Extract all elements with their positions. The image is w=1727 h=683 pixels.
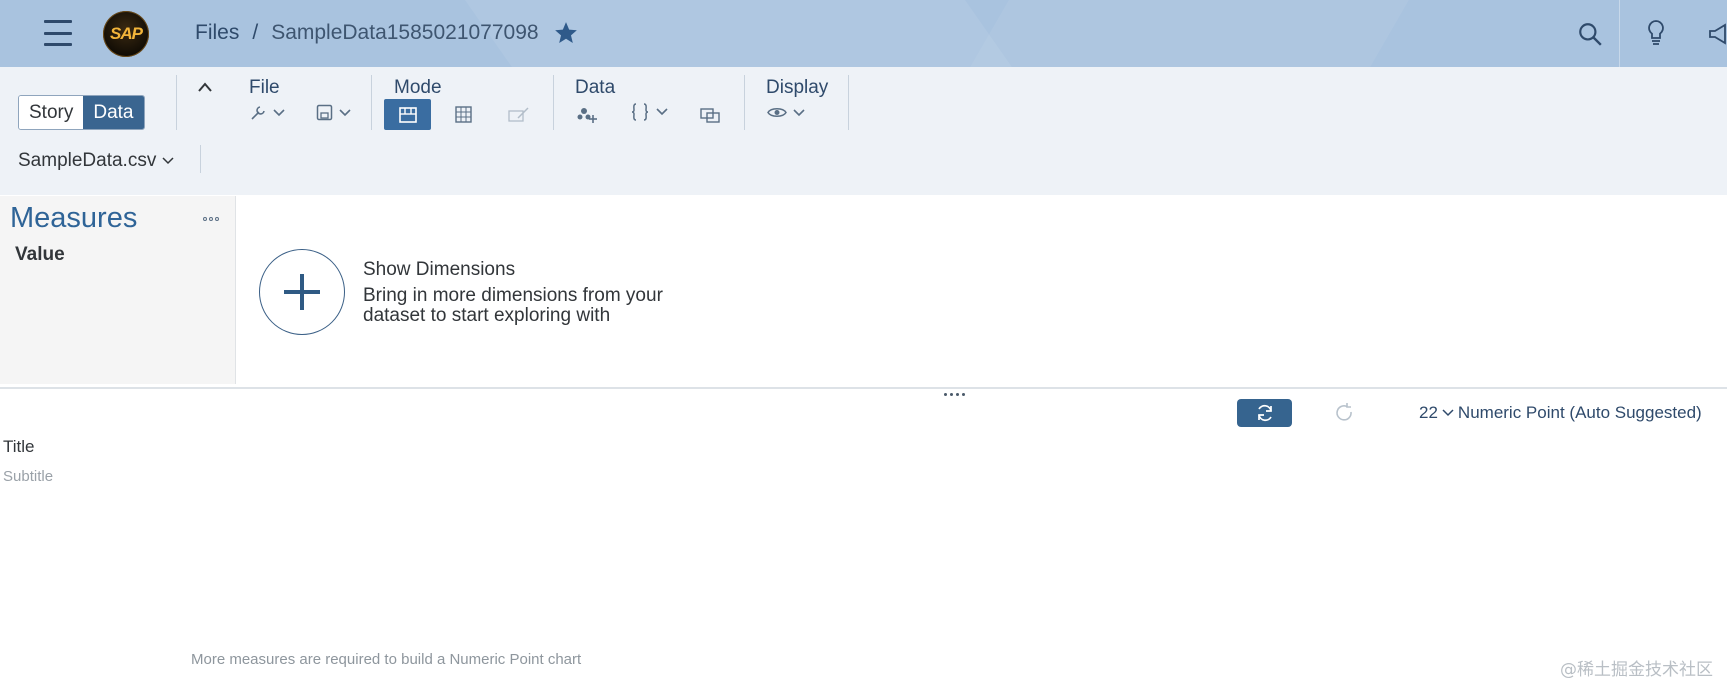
toolbar-divider <box>371 75 372 130</box>
chevron-down-icon <box>793 108 805 116</box>
toolbar-divider <box>200 145 201 173</box>
menu-icon[interactable] <box>44 20 72 46</box>
link-dimensions-icon[interactable] <box>700 107 721 123</box>
file-group-label: File <box>249 77 280 98</box>
toolbar-divider <box>744 75 745 130</box>
dataset-dropdown-label: SampleData.csv <box>18 150 157 171</box>
save-menu[interactable] <box>316 104 351 121</box>
measures-panel: Measures Value <box>0 196 236 384</box>
chevron-down-icon <box>1442 409 1454 417</box>
search-icon[interactable] <box>1577 21 1603 47</box>
refresh-icon <box>1257 404 1272 422</box>
dataset-dropdown[interactable]: SampleData.csv <box>18 150 174 172</box>
panel-splitter[interactable] <box>0 387 1727 389</box>
chart-message: More measures are required to build a Nu… <box>191 651 582 668</box>
star-icon[interactable] <box>553 20 579 46</box>
toolbar-divider <box>176 75 177 130</box>
show-dimensions-heading: Show Dimensions <box>363 259 516 280</box>
curly-braces-icon <box>631 103 649 121</box>
watermark: @稀土掘金技术社区 <box>1560 660 1713 680</box>
story-data-toggle: Story Data <box>18 95 145 130</box>
add-dimensions-button[interactable] <box>259 249 345 335</box>
formula-menu[interactable] <box>630 103 668 121</box>
numeric-point-icon: 22 <box>1419 403 1438 422</box>
sap-logo[interactable]: SAP <box>103 11 149 57</box>
tools-menu[interactable] <box>249 104 285 122</box>
measures-title: Measures <box>10 202 138 234</box>
shell-divider <box>1619 0 1620 67</box>
show-dimensions-description: Bring in more dimensions from your datas… <box>363 285 663 326</box>
more-options-icon[interactable] <box>203 217 219 221</box>
breadcrumb-document: SampleData1585021077098 <box>271 21 539 44</box>
toolbar: Story Data File Mode Data Display Sample… <box>0 67 1727 195</box>
story-toggle-button[interactable]: Story <box>19 96 84 129</box>
edit-mode-icon <box>508 107 529 122</box>
plus-icon <box>284 274 320 310</box>
chevron-down-icon <box>339 108 351 116</box>
shell-bar: SAP Files / SampleData1585021077098 <box>0 0 1727 67</box>
chart-subtitle[interactable]: Subtitle <box>3 468 53 485</box>
breadcrumb-files[interactable]: Files <box>195 21 239 45</box>
display-menu[interactable] <box>767 106 805 119</box>
lightbulb-icon[interactable] <box>1645 19 1667 47</box>
explorer-mode-icon <box>398 106 417 123</box>
chart-type-label: Numeric Point (Auto Suggested) <box>1457 403 1702 422</box>
collapse-toolbar-icon[interactable] <box>197 81 213 93</box>
mode-group-label: Mode <box>394 77 442 98</box>
explorer-mode-button[interactable] <box>384 99 431 130</box>
toolbar-divider <box>553 75 554 130</box>
chevron-down-icon <box>656 108 668 116</box>
chart-type-dropdown[interactable]: 22 Numeric Point (Auto Suggested) <box>1419 403 1702 423</box>
logo-text: SAP <box>110 24 143 43</box>
eye-icon <box>767 108 787 117</box>
data-toggle-button[interactable]: Data <box>83 96 144 129</box>
chevron-down-icon <box>273 109 285 117</box>
add-data-icon[interactable] <box>576 104 598 124</box>
breadcrumb: Files / SampleData1585021077098 <box>195 20 579 46</box>
breadcrumb-separator: / <box>252 21 259 44</box>
measure-item-value[interactable]: Value <box>15 244 65 266</box>
chart-title[interactable]: Title <box>3 437 35 457</box>
splitter-grip-icon[interactable] <box>944 393 965 396</box>
data-group-label: Data <box>575 77 616 98</box>
refresh-button[interactable] <box>1237 399 1292 427</box>
toolbar-divider <box>848 75 849 130</box>
display-group-label: Display <box>766 77 829 98</box>
save-icon <box>316 104 333 121</box>
megaphone-icon[interactable] <box>1708 22 1727 46</box>
redo-icon <box>1336 403 1352 421</box>
chevron-down-icon <box>162 157 174 165</box>
wrench-icon <box>251 106 265 120</box>
grid-mode-icon[interactable] <box>455 106 472 123</box>
